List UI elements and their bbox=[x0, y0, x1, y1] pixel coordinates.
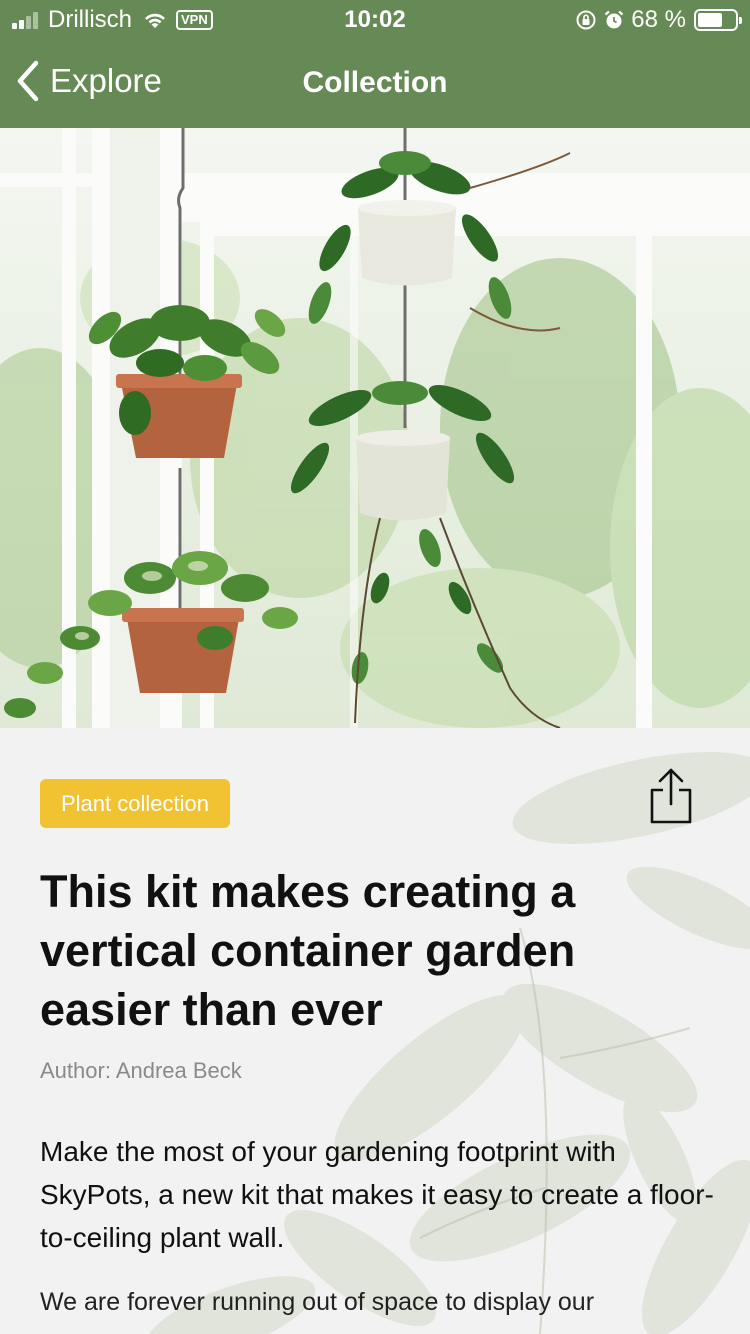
status-bar: Drillisch VPN 10:02 68 % bbox=[0, 0, 750, 40]
page-title: Collection bbox=[302, 66, 448, 99]
category-tag[interactable]: Plant collection bbox=[40, 779, 230, 828]
article-content: Plant collection This kit makes creating… bbox=[0, 728, 750, 1334]
article-author: Author: Andrea Beck bbox=[40, 1058, 242, 1083]
article-body: We are forever running out of space to d… bbox=[40, 1288, 595, 1316]
battery-percent: 68 % bbox=[631, 6, 686, 33]
battery-icon bbox=[694, 9, 742, 31]
article-lead: Make the most of your gardening footprin… bbox=[40, 1136, 714, 1253]
article-headline: This kit makes creating a vertical conta… bbox=[40, 866, 576, 1035]
share-button[interactable] bbox=[646, 766, 696, 828]
share-icon bbox=[650, 768, 692, 824]
hanging-plants-illustration bbox=[0, 128, 750, 728]
hero-image bbox=[0, 128, 750, 728]
navigation-bar: Explore Collection bbox=[0, 40, 750, 128]
battery-fill bbox=[698, 13, 723, 27]
alarm-icon bbox=[605, 10, 624, 29]
orientation-lock-icon bbox=[576, 10, 596, 30]
status-right: 68 % bbox=[575, 6, 742, 34]
